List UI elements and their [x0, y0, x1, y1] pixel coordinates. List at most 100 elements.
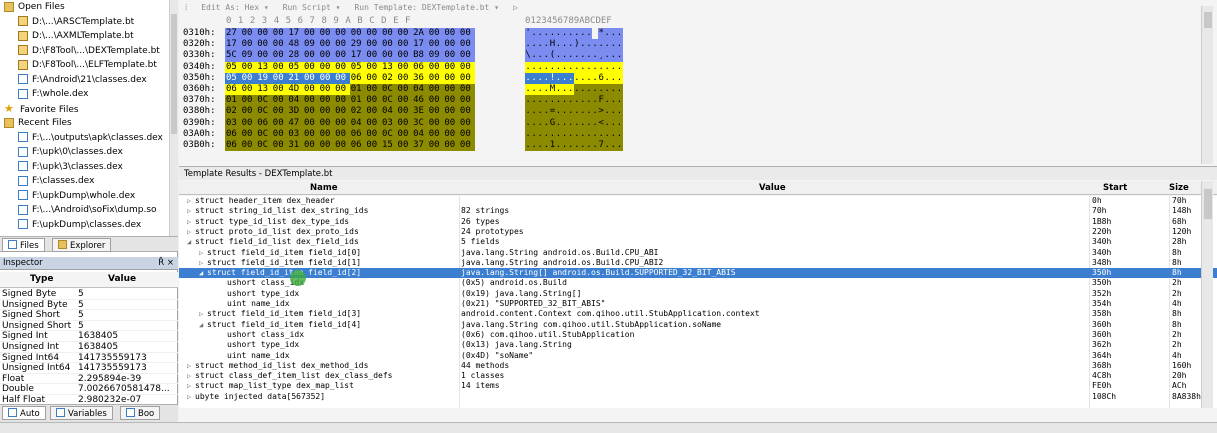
hex-byte[interactable]: 00 — [240, 128, 257, 140]
hex-byte[interactable]: 00 — [240, 95, 257, 107]
hex-byte[interactable]: 00 — [334, 39, 350, 51]
hex-byte[interactable]: 00 — [427, 28, 444, 40]
hex-bytes[interactable]: 5C 09 00 00 28 00 00 00 17 00 00 00 B8 09 00 00 — [225, 50, 475, 62]
hex-byte[interactable]: 36 — [412, 72, 428, 84]
run-template-dropdown[interactable]: Run Template: DEXTemplate.bt ▾ — [354, 3, 499, 12]
file-tree-item[interactable]: F:\whole.dex — [0, 87, 178, 102]
col-size[interactable]: Size — [1169, 183, 1189, 193]
hex-ascii[interactable]: \...(.......¸... — [525, 50, 623, 62]
hex-byte[interactable]: 00 — [256, 28, 272, 40]
template-row[interactable]: ushort class_idx (0x6) com.qihoo.util.Stu… — [179, 330, 1217, 340]
hex-byte[interactable]: 04 — [287, 95, 303, 107]
scroll-thumb[interactable] — [171, 14, 177, 134]
hex-byte[interactable]: 00 — [365, 28, 381, 40]
hex-byte[interactable]: 27 — [225, 28, 241, 40]
hex-byte[interactable]: 00 — [427, 117, 444, 129]
hex-byte[interactable]: 00 — [240, 28, 257, 40]
inspector-row[interactable]: Double 7.0026670581478... — [0, 384, 178, 395]
hex-byte[interactable]: 00 — [334, 95, 350, 107]
hex-byte[interactable]: 15 — [380, 140, 397, 152]
hex-byte[interactable]: 00 — [458, 61, 475, 73]
hex-byte[interactable]: 00 — [240, 140, 257, 152]
hex-byte[interactable]: 29 — [349, 39, 366, 51]
hex-byte[interactable]: 06 — [349, 140, 366, 152]
hex-bytes[interactable]: 02 00 0C 00 3D 00 00 00 02 00 04 00 3E 00 00 00 — [225, 106, 475, 118]
hex-byte[interactable]: 00 — [365, 128, 381, 140]
hex-byte[interactable]: 00 — [240, 106, 257, 118]
inspector-row[interactable]: Unsigned Short 5 — [0, 321, 178, 332]
ascii-char[interactable]: . — [616, 95, 623, 107]
hex-byte[interactable]: 06 — [225, 84, 241, 96]
hex-byte[interactable]: 21 — [287, 72, 303, 84]
hex-byte[interactable]: 00 — [302, 72, 319, 84]
hex-bytes[interactable]: 17 00 00 00 48 09 00 00 29 00 00 00 17 00 00 00 — [225, 39, 475, 51]
inspector-row[interactable]: Unsigned Int 1638405 — [0, 342, 178, 353]
hex-byte[interactable]: 00 — [396, 39, 413, 51]
hex-byte[interactable]: 00 — [443, 106, 459, 118]
file-tree-item[interactable]: F:\...\outputs\apk\classes.dex — [0, 131, 178, 146]
hex-byte[interactable]: 0C — [256, 128, 272, 140]
inspector-row[interactable]: Signed Byte 5 — [0, 289, 178, 300]
template-row[interactable]: ▷ ubyte injected data[567352] 108Ch 8A838h — [179, 392, 1217, 402]
hex-byte[interactable]: 00 — [334, 128, 350, 140]
hex-byte[interactable]: 00 — [271, 140, 288, 152]
hex-byte[interactable]: 00 — [458, 50, 475, 62]
hex-byte[interactable]: 02 — [349, 106, 366, 118]
hex-byte[interactable]: 01 — [225, 95, 241, 107]
hex-byte[interactable]: 00 — [458, 128, 475, 140]
hex-byte[interactable]: 00 — [302, 84, 319, 96]
template-row[interactable]: ◢ struct field_id_list dex_field_ids 5 fie… — [179, 237, 1217, 247]
hex-byte[interactable]: 00 — [365, 39, 381, 51]
hex-byte[interactable]: 00 — [302, 117, 319, 129]
hex-byte[interactable]: 01 — [349, 84, 366, 96]
ascii-char[interactable]: . — [616, 50, 623, 62]
col-name[interactable]: Name — [310, 183, 337, 193]
hex-byte[interactable]: 05 — [349, 61, 366, 73]
file-tree-scrollbar[interactable] — [169, 0, 178, 236]
template-row[interactable]: uint name_idx (0x4D) "soName" 364h 4h — [179, 351, 1217, 361]
ascii-char[interactable]: . — [616, 61, 623, 73]
file-tree-item[interactable]: F:\upk\0\classes.dex — [0, 145, 178, 160]
hex-editor[interactable]: 0310h: 27 00 00 00 17 00 00 00 00 00 00 00 2A 00 00 00 '.… — [179, 28, 1199, 164]
file-tree-item[interactable]: F:\upkDump\classes.dex — [0, 218, 178, 233]
hex-byte[interactable]: 04 — [380, 106, 397, 118]
hex-byte[interactable]: 00 — [302, 61, 319, 73]
hex-byte[interactable]: 00 — [240, 117, 257, 129]
expand-toggle-icon[interactable]: ▷ — [187, 217, 195, 227]
hex-bytes[interactable]: 03 00 06 00 47 00 00 00 04 00 03 00 3C 00 00 00 — [225, 117, 475, 129]
expand-toggle-icon[interactable]: ▷ — [187, 227, 195, 237]
scroll-thumb[interactable] — [1204, 12, 1212, 28]
inspector-col-type[interactable]: Type — [30, 274, 53, 284]
expand-toggle-icon[interactable]: ▷ — [199, 248, 207, 258]
hex-byte[interactable]: 00 — [271, 117, 288, 129]
hex-byte[interactable]: 06 — [225, 140, 241, 152]
hex-byte[interactable]: 00 — [318, 50, 335, 62]
hex-byte[interactable]: 03 — [380, 117, 397, 129]
run-script-dropdown[interactable]: Run Script ▾ — [283, 3, 341, 12]
hex-byte[interactable]: 00 — [365, 140, 381, 152]
hex-byte[interactable]: 00 — [318, 106, 335, 118]
hex-byte[interactable]: 0C — [380, 84, 397, 96]
hex-byte[interactable]: 00 — [443, 28, 459, 40]
ascii-char[interactable]: . — [616, 84, 623, 96]
hex-byte[interactable]: 0C — [256, 140, 272, 152]
file-tree-item[interactable]: F:\classes.dex — [0, 174, 178, 189]
hex-byte[interactable]: 06 — [349, 128, 366, 140]
hex-ascii[interactable]: ....=.......>... — [525, 106, 623, 118]
hex-bytes[interactable]: 27 00 00 00 17 00 00 00 00 00 00 00 2A 00 00 00 — [225, 28, 475, 40]
hex-byte[interactable]: 00 — [256, 39, 272, 51]
hex-byte[interactable]: 00 — [271, 39, 288, 51]
hex-byte[interactable]: 31 — [287, 140, 303, 152]
col-start[interactable]: Start — [1103, 183, 1127, 193]
template-row[interactable]: ▷ struct field_id_item field_id[3] android… — [179, 309, 1217, 319]
template-row[interactable]: uint name_idx (0x21) "SUPPORTED_32_BIT_AB… — [179, 299, 1217, 309]
hex-byte[interactable]: 00 — [427, 128, 444, 140]
hex-byte[interactable]: 05 — [225, 72, 241, 84]
hex-ascii[interactable]: ....!.......6... — [525, 72, 623, 84]
scroll-thumb[interactable] — [1204, 189, 1212, 219]
hex-byte[interactable]: 00 — [271, 28, 288, 40]
hex-bytes[interactable]: 06 00 0C 00 31 00 00 00 06 00 15 00 37 00 00 00 — [225, 140, 475, 152]
hex-byte[interactable]: 00 — [396, 140, 413, 152]
hex-byte[interactable]: 00 — [427, 39, 444, 51]
template-row[interactable]: ushort type_idx (0x19) java.lang.String[]… — [179, 289, 1217, 299]
